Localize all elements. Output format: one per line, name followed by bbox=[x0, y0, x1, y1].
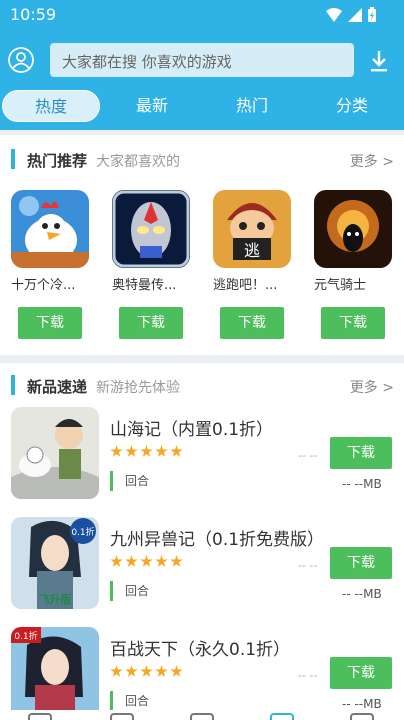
rating-stars bbox=[110, 665, 183, 678]
hot-game-card[interactable]: 十万个冷... 下载 bbox=[11, 190, 91, 339]
wifi-icon bbox=[326, 7, 342, 22]
category-tabs: 热度 最新 热门 分类 bbox=[0, 86, 404, 126]
battery-icon bbox=[368, 7, 376, 22]
star-icon bbox=[140, 445, 153, 457]
app-header: 大家都在搜 你喜欢的游戏 热度 最新 热门 分类 bbox=[0, 30, 404, 130]
svg-text:0.1折: 0.1折 bbox=[71, 526, 94, 538]
tab-popular[interactable]: 热门 bbox=[204, 90, 300, 122]
user-icon[interactable] bbox=[8, 47, 34, 73]
rating-placeholder: -- -- bbox=[298, 449, 318, 462]
genre-tag: 回合 bbox=[110, 691, 149, 711]
rating-placeholder: -- -- bbox=[298, 669, 318, 682]
svg-text:逃: 逃 bbox=[244, 241, 260, 260]
game-name: 逃跑吧！... bbox=[213, 278, 278, 293]
hot-game-card[interactable]: 逃 逃跑吧！... 下载 bbox=[213, 190, 293, 339]
rating-stars bbox=[110, 555, 183, 568]
new-section: 新品速递 新游抢先体验 更多 > 山海记（内置0.1折） 回合 -- -- 下载… bbox=[0, 363, 404, 720]
search-input[interactable]: 大家都在搜 你喜欢的游戏 bbox=[50, 43, 354, 77]
search-placeholder: 大家都在搜 你喜欢的游戏 bbox=[62, 53, 232, 71]
download-button[interactable]: 下载 bbox=[220, 307, 284, 339]
rating-placeholder: -- -- bbox=[298, 559, 318, 572]
genre-tag: 回合 bbox=[110, 471, 149, 491]
download-button[interactable]: 下载 bbox=[119, 307, 183, 339]
section-subtitle: 大家都喜欢的 bbox=[96, 154, 180, 170]
list-item[interactable]: 山海记（内置0.1折） 回合 -- -- 下载 -- --MB bbox=[0, 407, 404, 515]
download-button[interactable]: 下载 bbox=[330, 437, 392, 469]
game-icon bbox=[314, 190, 392, 268]
tab-latest[interactable]: 最新 bbox=[104, 90, 200, 122]
nav-games-icon[interactable] bbox=[110, 713, 134, 720]
download-button[interactable]: 下载 bbox=[321, 307, 385, 339]
svg-text:飞升版: 飞升版 bbox=[39, 592, 72, 606]
download-button[interactable]: 下载 bbox=[330, 657, 392, 689]
signal-icon bbox=[348, 7, 362, 22]
download-button[interactable]: 下载 bbox=[18, 307, 82, 339]
star-icon bbox=[140, 555, 153, 567]
nav-profile-icon[interactable] bbox=[350, 713, 374, 720]
game-icon: 0.1折 飞升版 bbox=[11, 517, 99, 609]
star-icon bbox=[170, 665, 183, 677]
more-link[interactable]: 更多 > bbox=[350, 377, 394, 397]
star-icon bbox=[125, 445, 138, 457]
nav-home-icon[interactable] bbox=[28, 713, 52, 720]
game-name: 元气骑士 bbox=[314, 278, 367, 293]
list-item[interactable]: 0.1折 百战天下（永久0.1折） 回合 -- -- 下载 -- --MB bbox=[0, 627, 404, 720]
game-name: 九州异兽记（0.1折免费版） bbox=[110, 530, 325, 550]
game-icon bbox=[112, 190, 190, 268]
section-title: 新品速递 bbox=[27, 378, 88, 396]
file-size: -- --MB bbox=[342, 587, 382, 601]
new-section-header: 新品速递 新游抢先体验 更多 > bbox=[0, 371, 404, 401]
list-item[interactable]: 0.1折 飞升版 九州异兽记（0.1折免费版） 回合 -- -- 下载 -- -… bbox=[0, 517, 404, 625]
hot-section: 热门推荐 大家都喜欢的 更多 > 十万个冷... 下载 奥特曼传... 下载 逃… bbox=[0, 135, 404, 355]
star-icon bbox=[170, 555, 183, 567]
tab-category[interactable]: 分类 bbox=[304, 90, 400, 122]
download-icon[interactable] bbox=[366, 48, 392, 74]
game-icon bbox=[11, 407, 99, 499]
file-size: -- --MB bbox=[342, 477, 382, 491]
file-size: -- --MB bbox=[342, 697, 382, 711]
star-icon bbox=[125, 665, 138, 677]
bottom-nav bbox=[0, 710, 404, 720]
star-icon bbox=[110, 665, 123, 677]
more-link[interactable]: 更多 > bbox=[350, 151, 394, 171]
star-icon bbox=[155, 665, 168, 677]
game-name: 山海记（内置0.1折） bbox=[110, 420, 274, 440]
download-button[interactable]: 下载 bbox=[330, 547, 392, 579]
game-icon: 0.1折 bbox=[11, 627, 99, 719]
content-area: 热门推荐 大家都喜欢的 更多 > 十万个冷... 下载 奥特曼传... 下载 逃… bbox=[0, 130, 404, 720]
status-bar: 10:59 bbox=[0, 0, 404, 30]
star-icon bbox=[140, 665, 153, 677]
star-icon bbox=[170, 445, 183, 457]
game-name: 奥特曼传... bbox=[112, 278, 177, 293]
status-time: 10:59 bbox=[10, 5, 57, 24]
game-icon bbox=[11, 190, 89, 268]
section-title: 热门推荐 bbox=[27, 152, 88, 170]
star-icon bbox=[110, 555, 123, 567]
star-icon bbox=[155, 445, 168, 457]
game-name: 十万个冷... bbox=[11, 278, 76, 293]
hot-section-header: 热门推荐 大家都喜欢的 更多 > bbox=[0, 145, 404, 175]
star-icon bbox=[110, 445, 123, 457]
star-icon bbox=[155, 555, 168, 567]
hot-game-card[interactable]: 奥特曼传... 下载 bbox=[112, 190, 192, 339]
section-subtitle: 新游抢先体验 bbox=[96, 380, 180, 396]
nav-library-icon[interactable] bbox=[190, 713, 214, 720]
star-icon bbox=[125, 555, 138, 567]
hot-game-card[interactable]: 元气骑士 下载 bbox=[314, 190, 394, 339]
svg-text:0.1折: 0.1折 bbox=[14, 630, 37, 642]
nav-active-icon[interactable] bbox=[270, 713, 294, 720]
game-icon: 逃 bbox=[213, 190, 291, 268]
tab-hotness[interactable]: 热度 bbox=[2, 90, 100, 122]
genre-tag: 回合 bbox=[110, 581, 149, 601]
game-name: 百战天下（永久0.1折） bbox=[110, 640, 291, 660]
rating-stars bbox=[110, 445, 183, 458]
